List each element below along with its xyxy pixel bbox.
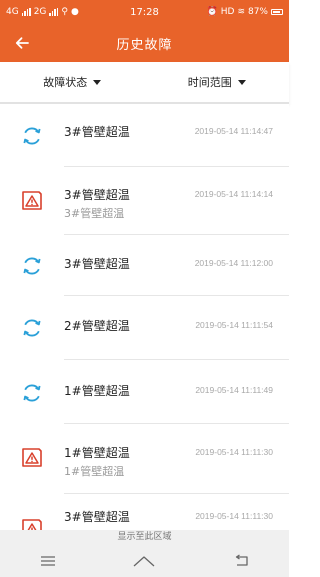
fault-title: 1#管壁超温 (64, 446, 130, 460)
fault-title: 3#管壁超温 (64, 125, 130, 139)
home-icon (134, 556, 155, 567)
status-time: 17:28 (130, 6, 159, 18)
fault-description: 1#管壁超温 (64, 465, 125, 478)
fault-status-filter[interactable]: 故障状态 (0, 62, 145, 102)
back-nav-button[interactable] (226, 551, 256, 571)
return-icon (235, 554, 248, 566)
back-button[interactable] (11, 32, 33, 54)
fault-title: 3#管壁超温 (64, 257, 130, 271)
fault-description: 3#管壁超温 (64, 207, 125, 220)
back-arrow-icon (15, 37, 29, 49)
fault-status-label: 故障状态 (43, 76, 88, 89)
filter-bar: 故障状态 时间范围 (0, 62, 289, 104)
time-range-filter[interactable]: 时间范围 (145, 62, 290, 102)
status-bar: 4G 2G ⚲ ● 17:28 ⏰ HD ≋ 87% (0, 0, 289, 24)
fault-title: 1#管壁超温 (64, 384, 130, 398)
alarm-icon (22, 191, 42, 210)
display-area-banner: 显示至此区域 (0, 530, 289, 545)
fault-title: 3#管壁超温 (64, 188, 130, 202)
fault-title: 3#管壁超温 (64, 510, 130, 524)
list-item[interactable]: 3#管壁超温 3#管壁超温 2019-05-14 11:14:14 (0, 167, 289, 235)
list-item[interactable]: 3#管壁超温 2019-05-14 11:14:47 (0, 104, 289, 167)
system-nav-bar (0, 545, 289, 577)
fault-time: 2019-05-14 11:11:49 (195, 385, 273, 395)
fault-time: 2019-05-14 11:12:00 (194, 258, 273, 268)
fault-time: 2019-05-14 11:11:30 (195, 511, 273, 521)
fault-time: 2019-05-14 11:11:30 (195, 447, 273, 457)
battery-icon (271, 9, 283, 15)
list-item[interactable]: 3#管壁超温 2019-05-14 11:12:00 (0, 235, 289, 296)
fault-time: 2019-05-14 11:14:47 (194, 126, 273, 136)
home-button[interactable] (129, 551, 159, 571)
recover-icon (23, 257, 41, 275)
fault-title: 2#管壁超温 (64, 319, 130, 333)
list-item[interactable]: 2#管壁超温 2019-05-14 11:11:54 (0, 296, 289, 360)
fault-list: 3#管壁超温 2019-05-14 11:14:47 3#管壁超温 3#管壁超温… (0, 104, 289, 544)
caret-down-icon (93, 79, 102, 85)
menu-button[interactable] (33, 551, 63, 571)
page-title: 历史故障 (116, 37, 173, 53)
menu-icon (41, 556, 56, 566)
list-item[interactable]: 1#管壁超温 2019-05-14 11:11:49 (0, 360, 289, 424)
recover-icon (23, 319, 41, 337)
fault-time: 2019-05-14 11:11:54 (195, 320, 273, 330)
alarm-icon (22, 448, 42, 467)
time-range-label: 时间范围 (187, 76, 232, 89)
recover-icon (23, 384, 41, 402)
title-bar: 历史故障 (0, 24, 289, 62)
recover-icon (23, 127, 41, 145)
fault-time: 2019-05-14 11:14:14 (194, 189, 273, 199)
caret-down-icon (237, 79, 246, 85)
list-item[interactable]: 1#管壁超温 1#管壁超温 2019-05-14 11:11:30 (0, 424, 289, 494)
